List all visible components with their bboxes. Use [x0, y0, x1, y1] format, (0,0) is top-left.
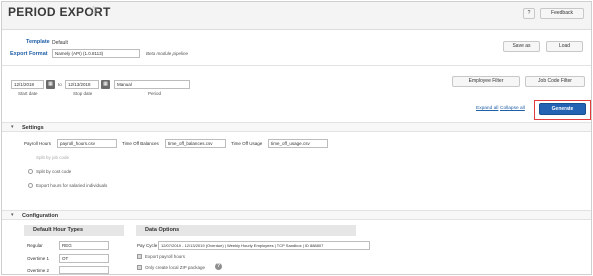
export-format-select[interactable]: Namely (API) (1.0.8113) [52, 49, 140, 58]
export-format-label: Export Format [10, 51, 48, 57]
split-by-cost-code-label: Split by cost code [36, 169, 72, 174]
start-date-input[interactable]: 12/1/2018 [11, 80, 44, 89]
caret-down-icon: ▾ [11, 212, 14, 218]
expand-all-link[interactable]: Expand all [476, 106, 498, 111]
divider [2, 65, 591, 66]
to-label: to [58, 82, 62, 87]
payroll-hours-label: Payroll Hours [24, 141, 52, 146]
collapse-all-link[interactable]: Collapse all [500, 106, 525, 111]
overtime-1-label: Overtime 1 [27, 256, 50, 261]
period-caption: Period [148, 91, 162, 96]
time-off-balances-label: Time Off Balances [122, 141, 159, 146]
export-salaried-label: Export hours for salaried individuals [36, 183, 108, 188]
overtime-2-input[interactable] [59, 266, 109, 274]
export-salaried-radio[interactable] [28, 183, 33, 188]
employee-filter-button[interactable]: Employee Filter [452, 76, 520, 87]
calendar-icon[interactable]: ▦ [46, 80, 55, 89]
pay-cycle-label: Pay Cycle [137, 243, 158, 248]
star-outline-icon[interactable]: ☆ [88, 4, 99, 16]
stop-date-input[interactable]: 12/13/2018 [65, 80, 99, 89]
save-as-button[interactable]: Save as [503, 41, 540, 52]
configuration-title: Configuration [22, 212, 59, 219]
job-code-filter-button[interactable]: Job Code Filter [525, 76, 585, 87]
only-create-zip-checkbox[interactable] [137, 265, 142, 270]
help-button[interactable]: ? [523, 8, 535, 19]
overtime-2-label: Overtime 2 [27, 268, 50, 273]
load-button[interactable]: Load [546, 41, 583, 52]
pay-cycle-select[interactable]: 12/07/2019 - 12/13/2019 (Overdue) | Week… [158, 241, 370, 250]
time-off-usage-input[interactable]: time_off_usage.csv [268, 139, 328, 148]
template-value: Default [52, 40, 68, 46]
generate-button[interactable]: Generate [539, 103, 586, 115]
regular-label: Regular [27, 243, 43, 248]
split-by-cost-code-radio[interactable] [28, 169, 33, 174]
calendar-icon[interactable]: ▦ [101, 80, 110, 89]
default-hour-types-header: Default Hour Types [24, 225, 124, 236]
data-options-header: Data Options [136, 225, 356, 236]
start-date-caption: Start date [18, 91, 38, 96]
split-by-job-code-option: Split by job code [36, 155, 70, 160]
period-select[interactable]: Manual [114, 80, 190, 89]
settings-section-header[interactable]: ▾ Settings [2, 122, 591, 132]
settings-title: Settings [22, 124, 44, 131]
export-payroll-hours-label: Export payroll hours [145, 254, 186, 259]
time-off-balances-input[interactable]: time_off_balances.csv [165, 139, 226, 148]
only-create-zip-label: Only create local ZIP package [145, 265, 205, 270]
time-off-usage-label: Time Off Usage [231, 141, 263, 146]
configuration-section-header[interactable]: ▾ Configuration [2, 210, 591, 220]
payroll-hours-input[interactable]: payroll_hours.csv [57, 139, 117, 148]
help-circle-icon[interactable]: ? [215, 263, 222, 270]
regular-input[interactable]: REG [59, 241, 109, 250]
export-payroll-hours-checkbox[interactable] [137, 254, 142, 259]
overtime-1-input[interactable]: OT [59, 254, 109, 263]
caret-down-icon: ▾ [11, 124, 14, 130]
template-label: Template [26, 39, 50, 45]
export-format-note: Beta module pipeline [146, 51, 189, 56]
feedback-button[interactable]: Feedback [540, 8, 584, 19]
stop-date-caption: Stop date [73, 91, 93, 96]
